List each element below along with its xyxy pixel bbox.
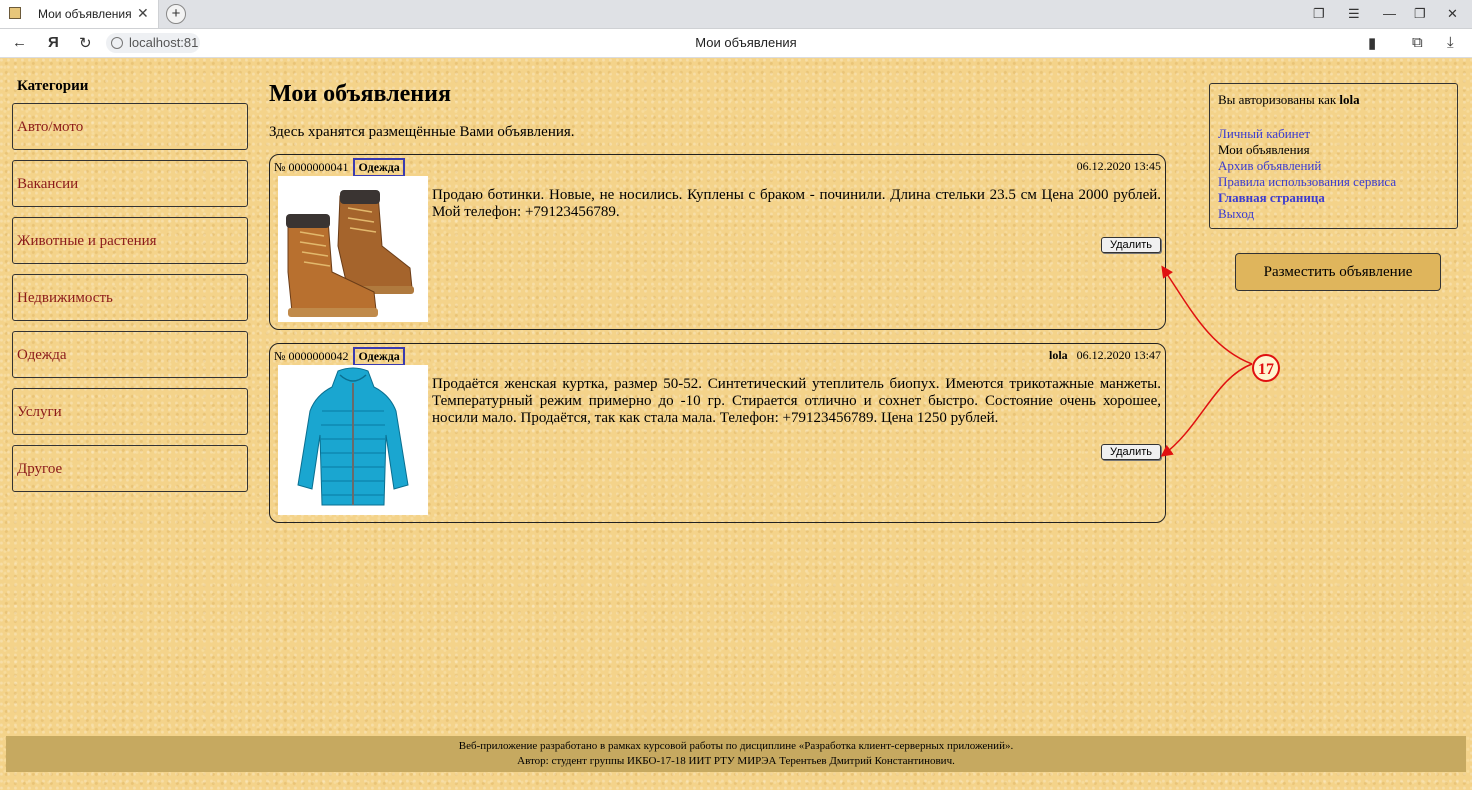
close-tab-icon[interactable]: ✕	[137, 5, 149, 22]
annotation-arrow	[1161, 265, 1253, 365]
footer-line-2: Автор: студент группы ИКБО-17-18 ИИТ РТУ…	[517, 755, 955, 767]
browser-tab[interactable]: Мои объявления ✕	[0, 0, 159, 28]
new-tab-button[interactable]: +	[166, 4, 186, 24]
page-viewport: Категории Авто/мото Вакансии Животные и …	[0, 58, 1472, 790]
site-favicon	[9, 7, 21, 19]
tab-title: Мои объявления	[38, 7, 132, 21]
annotation-arrow	[1160, 363, 1253, 457]
minimize-icon[interactable]: —	[1383, 6, 1396, 21]
menu-icon[interactable]: ☰	[1348, 6, 1360, 22]
footer-line-1: Веб-приложение разработано в рамках курс…	[458, 740, 1014, 752]
restore-icon[interactable]: ❐	[1414, 6, 1426, 22]
annotation-label: 17	[1258, 361, 1274, 378]
bookmark-icon[interactable]: ▮	[1368, 34, 1376, 52]
browser-tab-bar: Мои объявления ✕ + ❐ ☰ — ❐ ✕	[0, 0, 1472, 29]
extensions-icon[interactable]: ⧉	[1412, 34, 1423, 51]
downloads-icon[interactable]: ⤓	[1447, 34, 1454, 51]
address-bar: ← Я ↻ localhost:81 Мои объявления ▮ ⧉ ⤓	[0, 29, 1472, 58]
annotation-overlay: 17	[1160, 265, 1280, 457]
page-footer: Веб-приложение разработано в рамках курс…	[6, 736, 1466, 772]
bookmarks-panel-icon[interactable]: ❐	[1313, 6, 1325, 22]
close-window-icon[interactable]: ✕	[1447, 6, 1458, 22]
address-bar-page-title: Мои объявления	[695, 35, 797, 50]
